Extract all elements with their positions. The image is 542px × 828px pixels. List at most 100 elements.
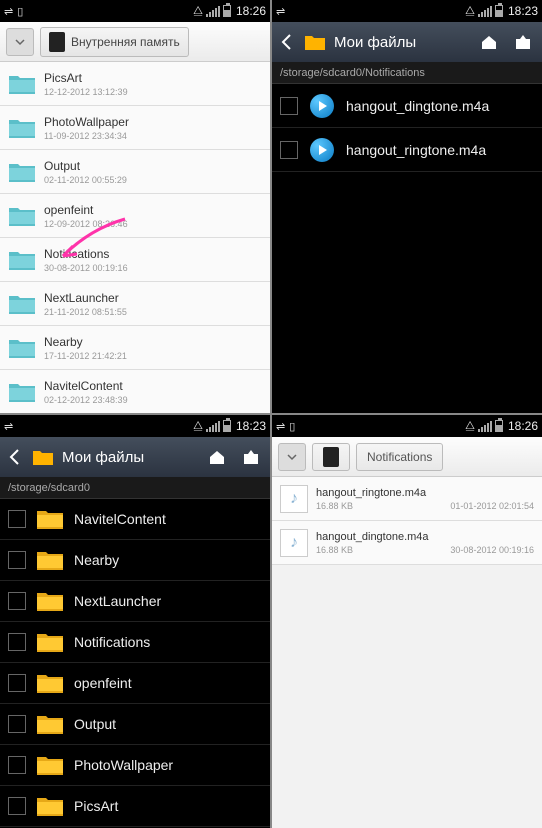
folder-crumb[interactable]: Notifications	[356, 443, 443, 471]
sd-icon: ▯	[289, 420, 295, 433]
folder-icon	[36, 547, 64, 573]
audio-icon	[308, 137, 336, 163]
item-type: 02-12-2012 23:48:39	[44, 395, 128, 405]
list-item[interactable]: NavitelContent 02-12-2012 23:48:39	[0, 370, 270, 413]
item-name: Nearby	[74, 552, 119, 568]
list-item[interactable]: openfeint	[0, 663, 270, 704]
checkbox[interactable]	[8, 674, 26, 692]
item-name: NextLauncher	[74, 593, 161, 609]
folder-icon	[32, 448, 54, 466]
list-item[interactable]: NextLauncher	[0, 581, 270, 622]
list-item[interactable]: Nearby17-11-2012 21:42:21	[0, 326, 270, 370]
item-name: hangout_dingtone.m4a	[316, 531, 534, 543]
list-item[interactable]: openfeint12-09-2012 08:26:46	[0, 194, 270, 238]
list-item[interactable]: PicsArt12-12-2012 13:12:39	[0, 62, 270, 106]
list-item[interactable]: Notifications30-08-2012 00:19:16	[0, 238, 270, 282]
list-item[interactable]: PhotoWallpaper 11-09-2012 23:34:34	[0, 106, 270, 150]
file-list[interactable]: hangout_dingtone.m4a hangout_ringtone.m4a	[272, 84, 542, 413]
list-item[interactable]: PicsArt	[0, 786, 270, 827]
status-bar: ⇌ ⧋ 18:23	[0, 415, 270, 437]
chevron-down-icon	[13, 35, 27, 49]
battery-icon	[495, 420, 503, 432]
item-type: 02-11-2012 00:55:29	[44, 175, 127, 185]
checkbox[interactable]	[8, 797, 26, 815]
clock: 18:23	[236, 419, 266, 433]
folder-icon	[36, 670, 64, 696]
sdcard-icon	[323, 447, 339, 467]
item-name: PhotoWallpaper	[74, 757, 173, 773]
item-timestamp: 17-11-2012 21:42:21	[44, 351, 127, 361]
item-name: PhotoWallpaper	[44, 115, 262, 129]
folder-icon	[36, 588, 64, 614]
audio-icon	[308, 93, 336, 119]
item-timestamp: 02-11-2012 00:55:29	[44, 175, 127, 185]
checkbox[interactable]	[8, 592, 26, 610]
item-timestamp: 21-11-2012 08:51:55	[44, 307, 127, 317]
item-name: openfeint	[74, 675, 132, 691]
path-bar[interactable]: /storage/sdcard0	[0, 477, 270, 499]
item-name: openfeint	[44, 203, 262, 217]
status-bar: ⇌ ⧋ 18:23	[272, 0, 542, 22]
checkbox[interactable]	[8, 633, 26, 651]
item-name: NextLauncher	[44, 291, 262, 305]
checkbox[interactable]	[280, 97, 298, 115]
checkbox[interactable]	[8, 551, 26, 569]
item-size: 16.88 KB	[316, 501, 353, 511]
item-timestamp: 01-01-2012 02:01:54	[450, 501, 534, 511]
sdcard-crumb[interactable]	[312, 443, 350, 471]
chevron-down-icon	[285, 450, 299, 464]
list-item[interactable]: Nearby	[0, 540, 270, 581]
page-title: Мои файлы	[62, 449, 196, 466]
path-bar[interactable]: /storage/sdcard0/Notifications	[272, 62, 542, 84]
folder-icon	[8, 116, 36, 140]
list-item[interactable]: ♪hangout_dingtone.m4a16.88 KB30-08-2012 …	[272, 521, 542, 565]
view-dropdown[interactable]	[6, 28, 34, 56]
list-item[interactable]: ♪hangout_ringtone.m4a16.88 KB01-01-2012 …	[272, 477, 542, 521]
item-name: hangout_ringtone.m4a	[346, 142, 486, 158]
item-type: 11-09-2012 23:34:34	[44, 131, 127, 141]
folder-icon	[8, 336, 36, 360]
signal-icon	[206, 420, 220, 432]
signal-icon	[478, 420, 492, 432]
list-item[interactable]: Notifications	[0, 622, 270, 663]
panel-myfiles-sdcard: ⇌ ⧋ 18:23 Мои файлы /storage/sdcard0 Nav…	[0, 415, 270, 828]
checkbox[interactable]	[280, 141, 298, 159]
back-icon[interactable]	[278, 33, 296, 51]
usb-icon: ⇌	[276, 420, 285, 433]
checkbox[interactable]	[8, 756, 26, 774]
folder-icon	[8, 248, 36, 272]
item-size: 16.88 KB	[316, 545, 353, 555]
item-name: NavitelContent	[44, 379, 262, 393]
list-item[interactable]: NextLauncher 21-11-2012 08:51:55	[0, 282, 270, 326]
checkbox[interactable]	[8, 510, 26, 528]
file-list[interactable]: PicsArt12-12-2012 13:12:39PhotoWallpaper…	[0, 62, 270, 413]
storage-breadcrumb[interactable]: Внутренняя память	[40, 27, 189, 57]
list-item[interactable]: hangout_ringtone.m4a	[272, 128, 542, 172]
back-icon[interactable]	[6, 448, 24, 466]
usb-icon: ⇌	[4, 420, 13, 433]
list-item[interactable]: NavitelContent	[0, 499, 270, 540]
item-timestamp: 02-12-2012 23:48:39	[44, 395, 128, 405]
list-item[interactable]: hangout_dingtone.m4a	[272, 84, 542, 128]
folder-icon	[36, 793, 64, 819]
checkbox[interactable]	[8, 715, 26, 733]
file-list[interactable]: NavitelContent Nearby NextLauncher Notifica…	[0, 499, 270, 828]
signal-icon	[206, 5, 220, 17]
battery-icon	[495, 5, 503, 17]
wifi-icon: ⧋	[465, 5, 475, 18]
up-button[interactable]	[238, 444, 264, 470]
usb-icon: ⇌	[276, 5, 285, 18]
list-item[interactable]: Output02-11-2012 00:55:29	[0, 150, 270, 194]
view-dropdown[interactable]	[278, 443, 306, 471]
folder-icon	[36, 629, 64, 655]
list-item[interactable]: PhotoWallpaper	[0, 745, 270, 786]
file-list[interactable]: ♪hangout_ringtone.m4a16.88 KB01-01-2012 …	[272, 477, 542, 828]
list-item[interactable]: Output	[0, 704, 270, 745]
home-button[interactable]	[476, 29, 502, 55]
item-name: NavitelContent	[74, 511, 166, 527]
item-type: 21-11-2012 08:51:55	[44, 307, 127, 317]
panel-internal-storage: ⇌ ▯ ⧋ 18:26 Внутренняя память PicsArt12-…	[0, 0, 270, 413]
item-name: Notifications	[74, 634, 150, 650]
up-button[interactable]	[510, 29, 536, 55]
home-button[interactable]	[204, 444, 230, 470]
